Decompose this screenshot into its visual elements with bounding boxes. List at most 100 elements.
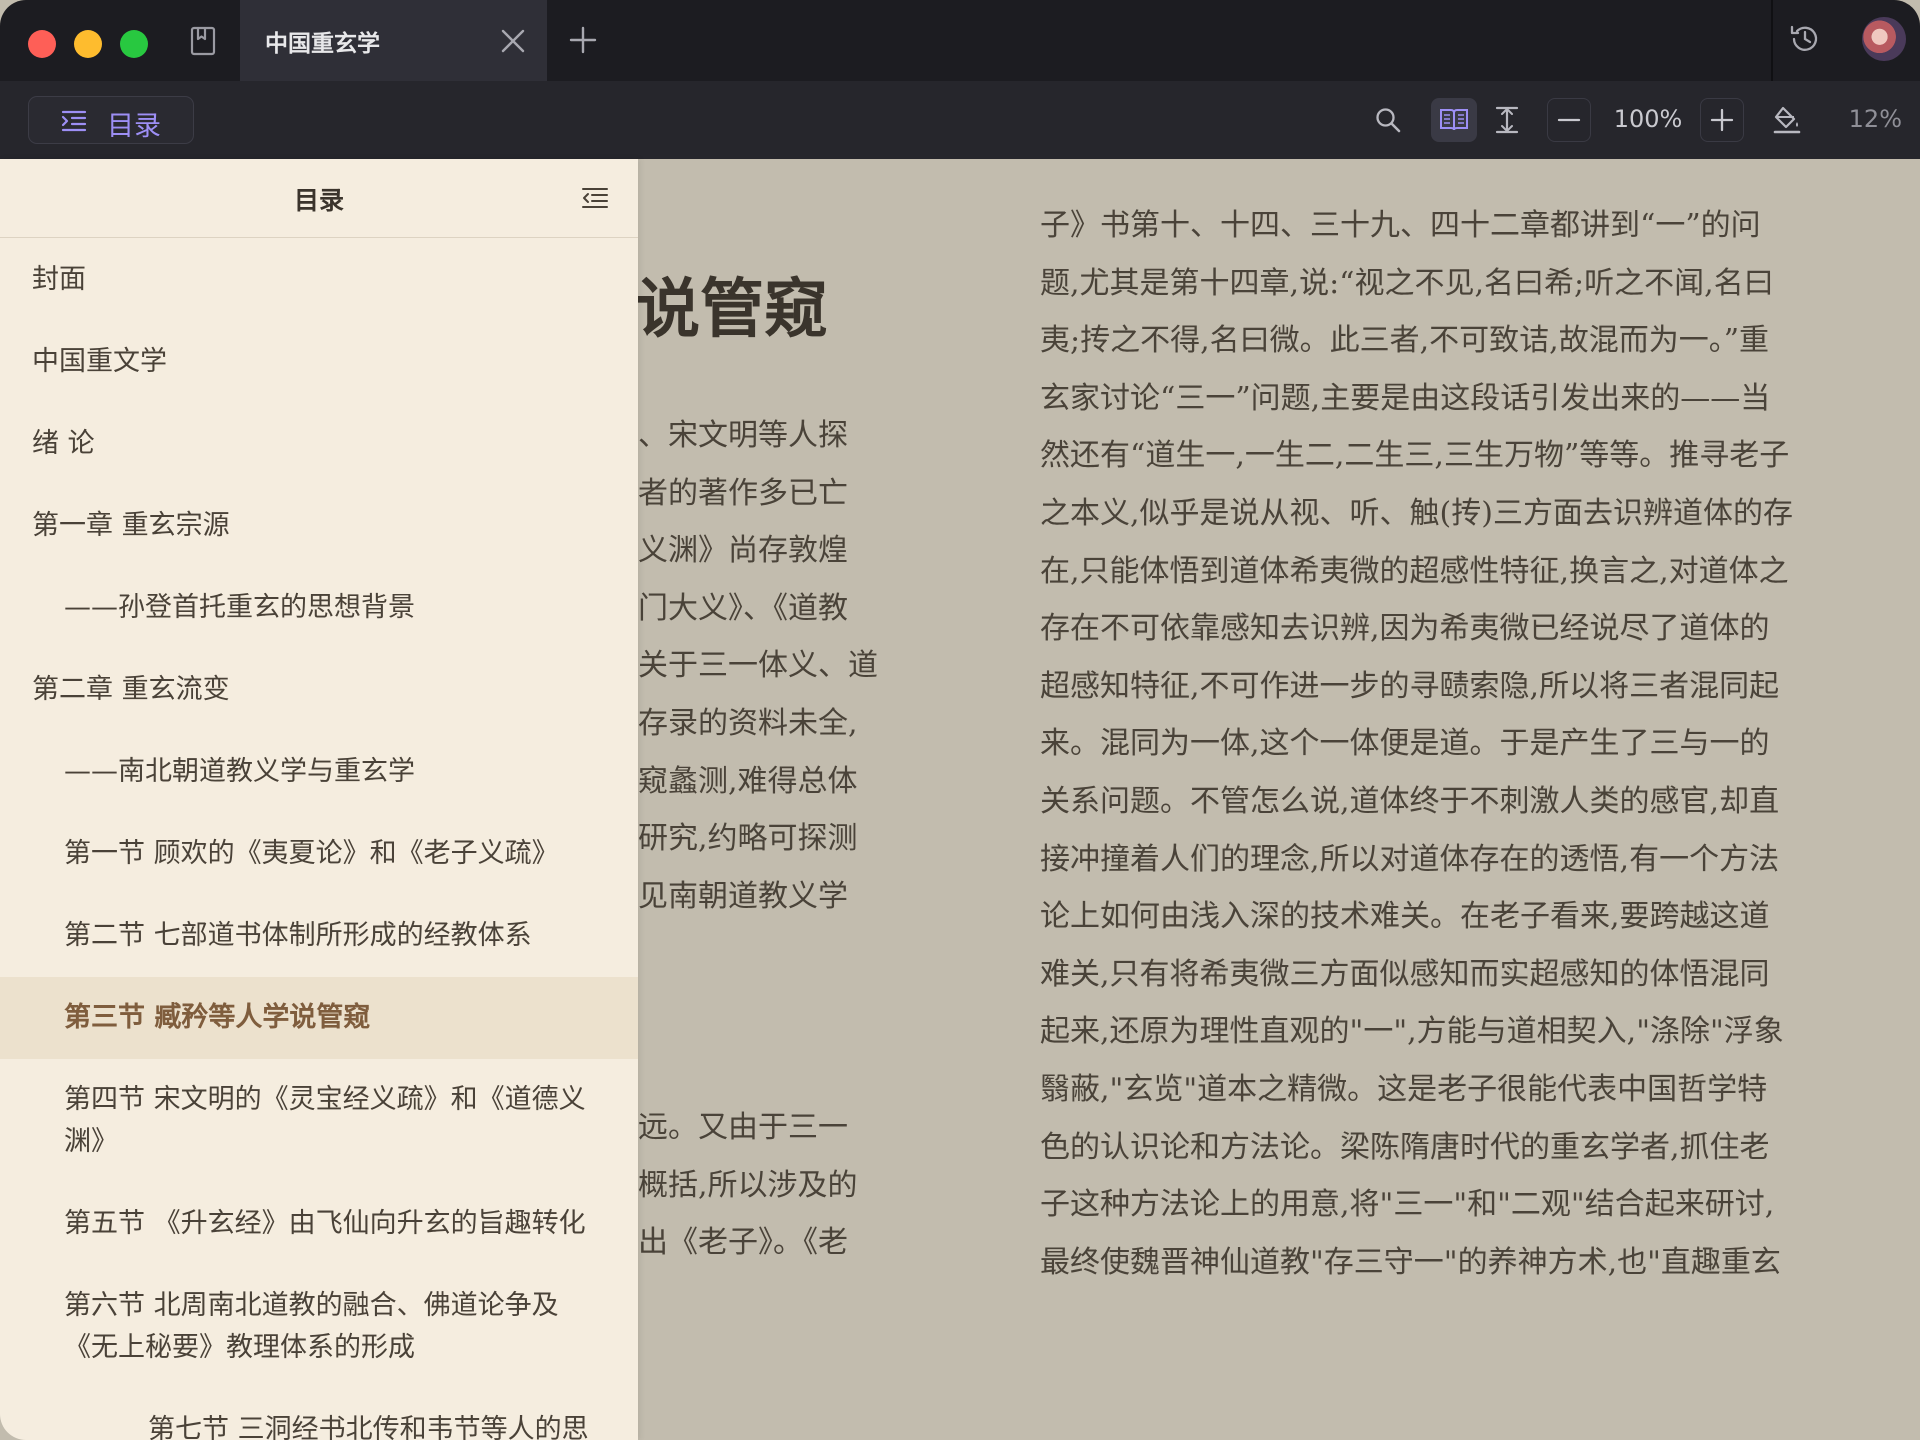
- text-line: 义渊》尚存敦煌: [638, 533, 848, 569]
- toc-item[interactable]: 中国重文学: [0, 321, 638, 403]
- text-line: 最终使魏晋神仙道教"存三守一"的养神方术,也"直趣重玄: [1040, 1244, 1781, 1280]
- text-line: 研究,约略可探测: [638, 821, 858, 857]
- toc-item-label: 第一章 重玄宗源: [32, 510, 230, 541]
- toc-item[interactable]: 第一章 重玄宗源: [0, 485, 638, 567]
- text-line: 色的认识论和方法论。梁陈隋唐时代的重玄学者,抓住老: [1040, 1129, 1770, 1165]
- bookmark-icon: [190, 26, 216, 56]
- close-icon: [501, 29, 525, 53]
- text-line: 之本义,似乎是说从视、听、触(抟)三方面去识辨道体的存: [1040, 495, 1793, 531]
- left-column-bottom: 远。又由于三一 概括,所以涉及的 出《老子》。《老: [638, 1099, 898, 1272]
- text-cursor-icon: [1495, 106, 1519, 134]
- paint-bucket-icon: [1773, 106, 1801, 134]
- toc-item-label: 封面: [32, 264, 86, 295]
- toc-sidebar: 目录 封面 中国重文学 绪 论 第一章 重玄宗源 ——孙登首托重玄的思想背景 第…: [0, 159, 638, 1440]
- text-line: 在,只能体悟到道体希夷微的超感性特征,换言之,对道体之: [1040, 553, 1789, 589]
- text-line: 存在不可依靠感知去识辨,因为希夷微已经说尽了道体的: [1040, 611, 1770, 647]
- toc-item[interactable]: 第七节 三洞经书北传和韦节等人的思想学术: [0, 1389, 638, 1440]
- toc-item[interactable]: 封面: [0, 239, 638, 321]
- text-line: 窥蠡测,难得总体: [638, 763, 858, 799]
- text-line: 玄家讨论“三一”问题,主要是由这段话引发出来的——当: [1040, 380, 1771, 416]
- window-minimize-button[interactable]: [74, 30, 102, 58]
- search-icon: [1376, 108, 1401, 133]
- text-line: 关系问题。不管怎么说,道体终于不刺激人类的感官,却直: [1040, 783, 1780, 819]
- text-line: 概括,所以涉及的: [638, 1167, 858, 1203]
- plus-icon: [569, 26, 597, 54]
- text-line: 超感知特征,不可作进一步的寻赜索隐,所以将三者混同起: [1040, 668, 1780, 704]
- zoom-in-button[interactable]: [1700, 98, 1744, 142]
- list-outdent-icon: [582, 188, 608, 208]
- toc-item-active[interactable]: 第三节 臧矜等人学说管窥: [0, 977, 638, 1059]
- tab-title: 中国重玄学: [265, 31, 380, 57]
- history-clock-icon: [1790, 25, 1818, 51]
- text-line: 子》书第十、十四、三十九、四十二章都讲到“一”的问: [1040, 208, 1761, 243]
- toc-item-label: ——南北朝道教义学与重玄学: [64, 756, 415, 787]
- sidebar-header: 目录: [0, 159, 638, 238]
- text-line: 关于三一体义、道: [638, 648, 878, 684]
- toc-item-label: 第一节 顾欢的《夷夏论》和《老子义疏》: [64, 838, 559, 869]
- user-avatar[interactable]: [1862, 17, 1906, 61]
- toc-toggle-button[interactable]: 目录: [28, 96, 194, 144]
- window-close-button[interactable]: [28, 30, 56, 58]
- text-line: 、宋文明等人探: [638, 418, 848, 453]
- text-line: 论上如何由浅入深的技术难关。在老子看来,要跨越这道: [1040, 899, 1770, 935]
- toc-item[interactable]: 第二章 重玄流变: [0, 649, 638, 731]
- text-line: 起来,还原为理性直观的"一",方能与道相契入,"涤除"浮象: [1040, 1014, 1784, 1050]
- toc-item-label: 中国重文学: [32, 346, 167, 377]
- toc-item-label: 第七节 三洞经书北传和韦节等人的思想学术: [148, 1414, 589, 1440]
- text-line: 夷;抟之不得,名曰微。此三者,不可致诘,故混而为一。”重: [1040, 323, 1770, 359]
- tab-close-button[interactable]: [496, 24, 530, 58]
- list-indent-icon: [61, 110, 87, 132]
- toc-item-label: 第三节 臧矜等人学说管窥: [64, 1002, 371, 1033]
- toc-item-label: 第二章 重玄流变: [32, 674, 230, 705]
- toc-item[interactable]: 绪 论: [0, 403, 638, 485]
- text-line: 者的著作多已亡: [638, 475, 848, 511]
- toc-item[interactable]: 第二节 七部道书体制所形成的经教体系: [0, 895, 638, 977]
- text-line: 接冲撞着人们的理念,所以对道体存在的透悟,有一个方法: [1040, 841, 1780, 877]
- app-window: 中国重玄学 目录 100% 12% 说管窥 、宋文明等人探 者的著作多已亡 义渊…: [0, 0, 1920, 1440]
- toolbar: 目录 100% 12%: [0, 81, 1920, 159]
- toc-item-label: 第四节 宋文明的《灵宝经义疏》和《道德义渊》: [64, 1084, 586, 1157]
- text-line: 然还有“道生一,一生二,二生三,三生万物”等等。推寻老子: [1040, 438, 1790, 474]
- left-column-top: 、宋文明等人探 者的著作多已亡 义渊》尚存敦煌 门大义》、《道教 关于三一体义、…: [638, 407, 898, 925]
- text-line: 出《老子》。《老: [638, 1225, 848, 1261]
- toc-item[interactable]: 第四节 宋文明的《灵宝经义疏》和《道德义渊》: [0, 1059, 638, 1183]
- title-bar: 中国重玄学: [0, 0, 1920, 81]
- toc-item[interactable]: 第五节 《升玄经》由飞仙向升玄的旨趣转化: [0, 1183, 638, 1265]
- text-line: 见南朝道教义学: [638, 878, 848, 914]
- theme-fill-button[interactable]: [1770, 98, 1804, 142]
- toc-item[interactable]: ——孙登首托重玄的思想背景: [0, 567, 638, 649]
- toc-item[interactable]: 第一节 顾欢的《夷夏论》和《老子义疏》: [0, 813, 638, 895]
- text-line: 门大义》、《道教: [638, 590, 848, 626]
- toc-button-label: 目录: [107, 111, 161, 142]
- page-heading: 说管窥: [636, 273, 828, 347]
- sidebar-collapse-button[interactable]: [578, 181, 612, 215]
- text-line: 子这种方法论上的用意,将"三一"和"二观"结合起来研讨,: [1040, 1187, 1775, 1223]
- text-line: 难关,只有将希夷微三方面似感知而实超感知的体悟混同: [1040, 956, 1770, 992]
- text-line: 远。又由于三一: [638, 1110, 848, 1145]
- toc-item[interactable]: ——南北朝道教义学与重玄学: [0, 731, 638, 813]
- right-column: 子》书第十、十四、三十九、四十二章都讲到“一”的问 题,尤其是第十四章,说:“视…: [1040, 197, 1850, 1291]
- toc-item-label: 第二节 七部道书体制所形成的经教体系: [64, 920, 532, 951]
- toc-item[interactable]: 第六节 北周南北道教的融合、佛道论争及《无上秘要》教理体系的形成: [0, 1265, 638, 1389]
- open-book-icon: [1440, 109, 1468, 131]
- reading-progress: 12%: [1848, 105, 1902, 133]
- book-view-button[interactable]: [1431, 98, 1477, 142]
- toc-item-label: 第五节 《升玄经》由飞仙向升玄的旨趣转化: [64, 1208, 586, 1239]
- window-maximize-button[interactable]: [120, 30, 148, 58]
- toc-list: 封面 中国重文学 绪 论 第一章 重玄宗源 ——孙登首托重玄的思想背景 第二章 …: [0, 239, 638, 1440]
- toc-item-label: 第六节 北周南北道教的融合、佛道论争及《无上秘要》教理体系的形成: [64, 1290, 559, 1363]
- titlebar-divider: [1771, 0, 1773, 81]
- text-line: 存录的资料未全,: [638, 705, 858, 741]
- zoom-out-button[interactable]: [1547, 98, 1591, 142]
- tab-active[interactable]: 中国重玄学: [240, 0, 547, 81]
- minus-icon: [1557, 118, 1581, 122]
- vertical-scroll-button[interactable]: [1490, 98, 1524, 142]
- toc-item-label: ——孙登首托重玄的思想背景: [64, 592, 415, 623]
- plus-icon: [1710, 108, 1734, 132]
- new-tab-button[interactable]: [565, 22, 601, 58]
- search-button[interactable]: [1368, 98, 1408, 142]
- bookmark-button[interactable]: [186, 24, 220, 58]
- text-line: 翳蔽,"玄览"道本之精微。这是老子很能代表中国哲学特: [1040, 1071, 1768, 1107]
- zoom-level: 100%: [1613, 105, 1683, 133]
- history-button[interactable]: [1786, 20, 1824, 58]
